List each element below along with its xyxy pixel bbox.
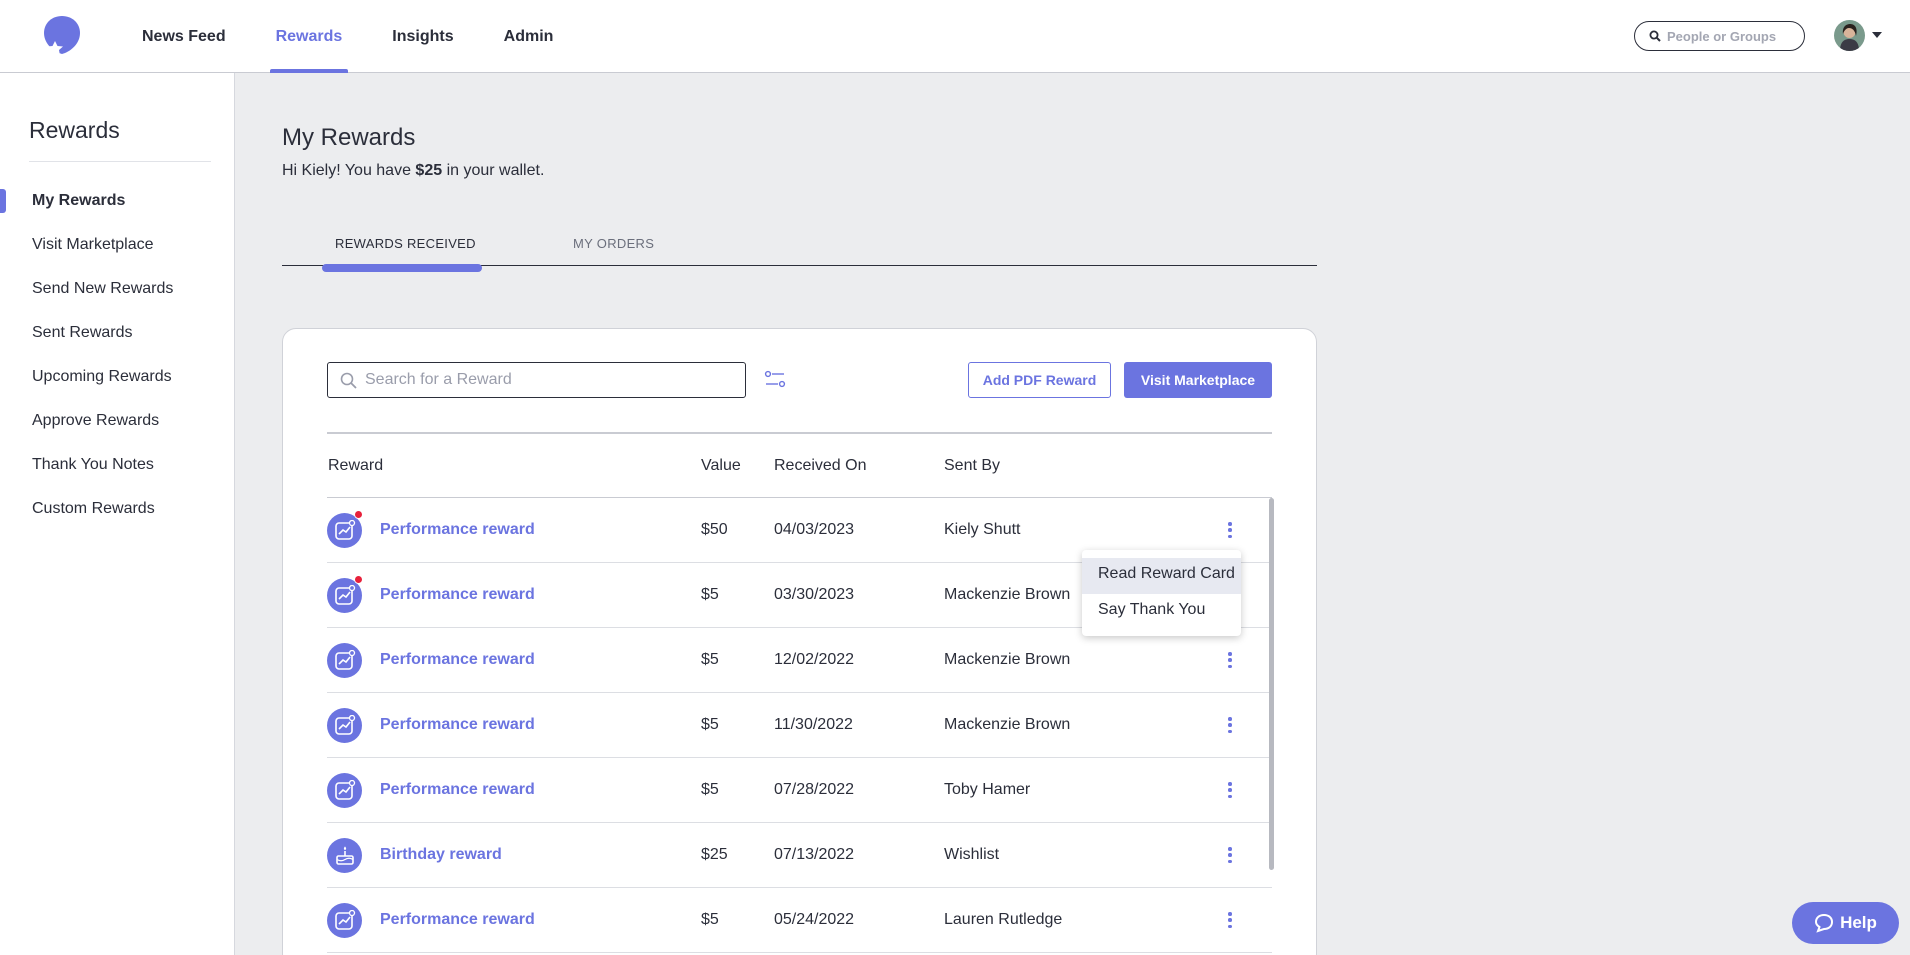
add-pdf-reward-button[interactable]: Add PDF Reward bbox=[968, 362, 1111, 398]
reward-date: 03/30/2023 bbox=[774, 586, 855, 603]
balloon-star-logo-icon[interactable] bbox=[42, 14, 82, 58]
chart-icon bbox=[327, 643, 362, 678]
reward-value: $5 bbox=[701, 716, 719, 733]
reward-sender: Mackenzie Brown bbox=[944, 651, 1071, 668]
reward-search[interactable] bbox=[327, 362, 746, 398]
reward-name-link[interactable]: Performance reward bbox=[380, 521, 535, 539]
cake-icon bbox=[327, 838, 362, 873]
nav-news-feed[interactable]: News Feed bbox=[142, 0, 226, 73]
reward-date: 12/02/2022 bbox=[774, 651, 855, 668]
wallet-amount: $25 bbox=[415, 162, 443, 179]
reward-date: 05/24/2022 bbox=[774, 911, 855, 928]
chart-icon bbox=[327, 773, 362, 808]
reward-name-link[interactable]: Birthday reward bbox=[380, 846, 502, 864]
table-row[interactable]: Performance reward $5 05/24/2022 Lauren … bbox=[327, 888, 1272, 953]
row-options-menu: Read Reward Card Say Thank You bbox=[1082, 550, 1241, 636]
table-header: Reward Value Received On Sent By bbox=[327, 457, 1272, 497]
reward-value: $5 bbox=[701, 651, 719, 668]
reward-value: $5 bbox=[701, 781, 719, 798]
reward-sender: Lauren Rutledge bbox=[944, 911, 1063, 928]
sidebar-item-custom-rewards[interactable]: Custom Rewards bbox=[0, 491, 235, 535]
people-search[interactable] bbox=[1634, 21, 1805, 51]
table-row[interactable]: Birthday reward $25 07/13/2022 Wishlist bbox=[327, 823, 1272, 888]
chevron-down-icon[interactable] bbox=[1872, 32, 1882, 38]
reward-date: 11/30/2022 bbox=[774, 716, 853, 733]
sidebar-item-visit-marketplace[interactable]: Visit Marketplace bbox=[0, 227, 235, 271]
more-options-icon[interactable] bbox=[1222, 520, 1238, 540]
sidebar-item-sent-rewards[interactable]: Sent Rewards bbox=[0, 315, 235, 359]
top-navigation-bar: News Feed Rewards Insights Admin bbox=[0, 0, 1910, 73]
reward-sender: Toby Hamer bbox=[944, 781, 1031, 798]
reward-sender: Wishlist bbox=[944, 846, 1000, 863]
rewards-tabs: REWARDS RECEIVED MY ORDERS bbox=[282, 230, 1317, 272]
sidebar-title: Rewards bbox=[29, 117, 120, 143]
tab-my-orders[interactable]: MY ORDERS bbox=[573, 236, 654, 251]
reward-sender: Mackenzie Brown bbox=[944, 716, 1071, 733]
sidebar-item-approve-rewards[interactable]: Approve Rewards bbox=[0, 403, 235, 447]
people-search-input[interactable] bbox=[1667, 28, 1797, 44]
nav-rewards[interactable]: Rewards bbox=[269, 0, 348, 73]
rewards-card: Add PDF Reward Visit Marketplace Reward … bbox=[282, 328, 1317, 955]
sidebar-item-upcoming-rewards[interactable]: Upcoming Rewards bbox=[0, 359, 235, 403]
reward-value: $25 bbox=[701, 846, 728, 863]
sidebar-divider bbox=[29, 161, 211, 162]
column-header-value: Value bbox=[701, 457, 741, 474]
reward-search-input[interactable] bbox=[365, 371, 725, 389]
table-row[interactable]: Performance reward $5 11/30/2022 Mackenz… bbox=[327, 693, 1272, 758]
column-header-sent-by: Sent By bbox=[944, 457, 1001, 474]
reward-value: $5 bbox=[701, 586, 719, 603]
help-button[interactable]: Help bbox=[1792, 902, 1899, 944]
wallet-suffix: in your wallet. bbox=[442, 162, 545, 179]
reward-date: 07/13/2022 bbox=[774, 846, 855, 863]
tab-rewards-received[interactable]: REWARDS RECEIVED bbox=[335, 236, 476, 251]
column-header-reward: Reward bbox=[328, 457, 384, 474]
reward-sender: Kiely Shutt bbox=[944, 521, 1021, 538]
sidebar-item-thank-you-notes[interactable]: Thank You Notes bbox=[0, 447, 235, 491]
wallet-prefix: Hi Kiely! You have bbox=[282, 162, 416, 179]
reward-name-link[interactable]: Performance reward bbox=[380, 651, 535, 669]
nav-insights[interactable]: Insights bbox=[392, 0, 453, 73]
more-options-icon[interactable] bbox=[1222, 845, 1238, 865]
menu-item-say-thank-you[interactable]: Say Thank You bbox=[1082, 594, 1241, 630]
reward-name-link[interactable]: Performance reward bbox=[380, 716, 535, 734]
menu-item-read-reward-card[interactable]: Read Reward Card bbox=[1082, 558, 1241, 594]
reward-date: 07/28/2022 bbox=[774, 781, 855, 798]
active-tab-indicator bbox=[322, 264, 482, 272]
table-row[interactable]: Performance reward $5 12/02/2022 Mackenz… bbox=[327, 628, 1272, 693]
reward-value: $5 bbox=[701, 911, 719, 928]
visit-marketplace-button[interactable]: Visit Marketplace bbox=[1124, 362, 1272, 398]
reward-name-link[interactable]: Performance reward bbox=[380, 586, 535, 604]
chart-icon bbox=[327, 708, 362, 743]
more-options-icon[interactable] bbox=[1222, 650, 1238, 670]
more-options-icon[interactable] bbox=[1222, 910, 1238, 930]
reward-sender: Mackenzie Brown bbox=[944, 586, 1071, 603]
sidebar-item-send-new-rewards[interactable]: Send New Rewards bbox=[0, 271, 235, 315]
page-title: My Rewards bbox=[282, 124, 416, 151]
chart-icon bbox=[327, 903, 362, 938]
reward-date: 04/03/2023 bbox=[774, 521, 855, 538]
table-row[interactable]: Performance reward $5 07/28/2022 Toby Ha… bbox=[327, 758, 1272, 823]
sidebar-menu: My Rewards Visit Marketplace Send New Re… bbox=[0, 183, 235, 535]
search-icon bbox=[340, 372, 357, 389]
column-header-received-on: Received On bbox=[774, 457, 867, 474]
sidebar-item-my-rewards[interactable]: My Rewards bbox=[0, 183, 235, 227]
user-avatar-icon[interactable] bbox=[1834, 20, 1865, 51]
help-label: Help bbox=[1840, 913, 1877, 932]
reward-name-link[interactable]: Performance reward bbox=[380, 911, 535, 929]
nav-admin[interactable]: Admin bbox=[504, 0, 554, 73]
filter-sliders-icon[interactable] bbox=[764, 369, 786, 391]
main-nav: News Feed Rewards Insights Admin bbox=[142, 0, 603, 73]
sidebar: Rewards My Rewards Visit Marketplace Sen… bbox=[0, 73, 235, 955]
more-options-icon[interactable] bbox=[1222, 715, 1238, 735]
table-scrollbar[interactable] bbox=[1269, 498, 1274, 870]
chat-bubble-icon bbox=[1815, 913, 1834, 933]
unread-indicator bbox=[354, 510, 363, 519]
wallet-message: Hi Kiely! You have $25 in your wallet. bbox=[282, 162, 544, 180]
search-icon bbox=[1649, 30, 1661, 42]
card-divider bbox=[327, 432, 1272, 434]
reward-value: $50 bbox=[701, 521, 728, 538]
more-options-icon[interactable] bbox=[1222, 780, 1238, 800]
unread-indicator bbox=[354, 575, 363, 584]
reward-name-link[interactable]: Performance reward bbox=[380, 781, 535, 799]
